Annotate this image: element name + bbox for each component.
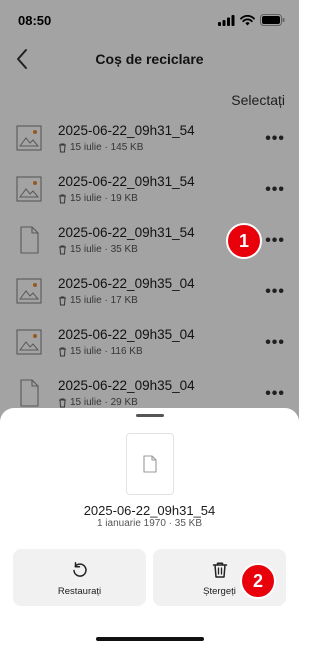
document-preview-icon: [143, 455, 157, 473]
restore-button[interactable]: Restaurați: [13, 549, 146, 606]
recycle-bin-screen: 08:50 Coș de reciclare Selectați 2025-06…: [0, 0, 299, 648]
sheet-file-name: 2025-06-22_09h31_54: [83, 503, 216, 518]
file-action-sheet: 2025-06-22_09h31_54 1 ianuarie 1970 · 35…: [0, 408, 299, 648]
step-badge-1: 1: [226, 223, 262, 259]
restore-label: Restaurați: [57, 586, 102, 597]
trash-icon: [212, 562, 227, 578]
restore-icon: [72, 562, 87, 577]
sheet-file-meta: 1 ianuarie 1970 · 35 KB: [96, 518, 203, 529]
step-badge-2: 2: [240, 563, 276, 599]
home-indicator[interactable]: [96, 637, 204, 641]
file-preview: [126, 433, 174, 495]
sheet-grabber[interactable]: [136, 414, 164, 417]
